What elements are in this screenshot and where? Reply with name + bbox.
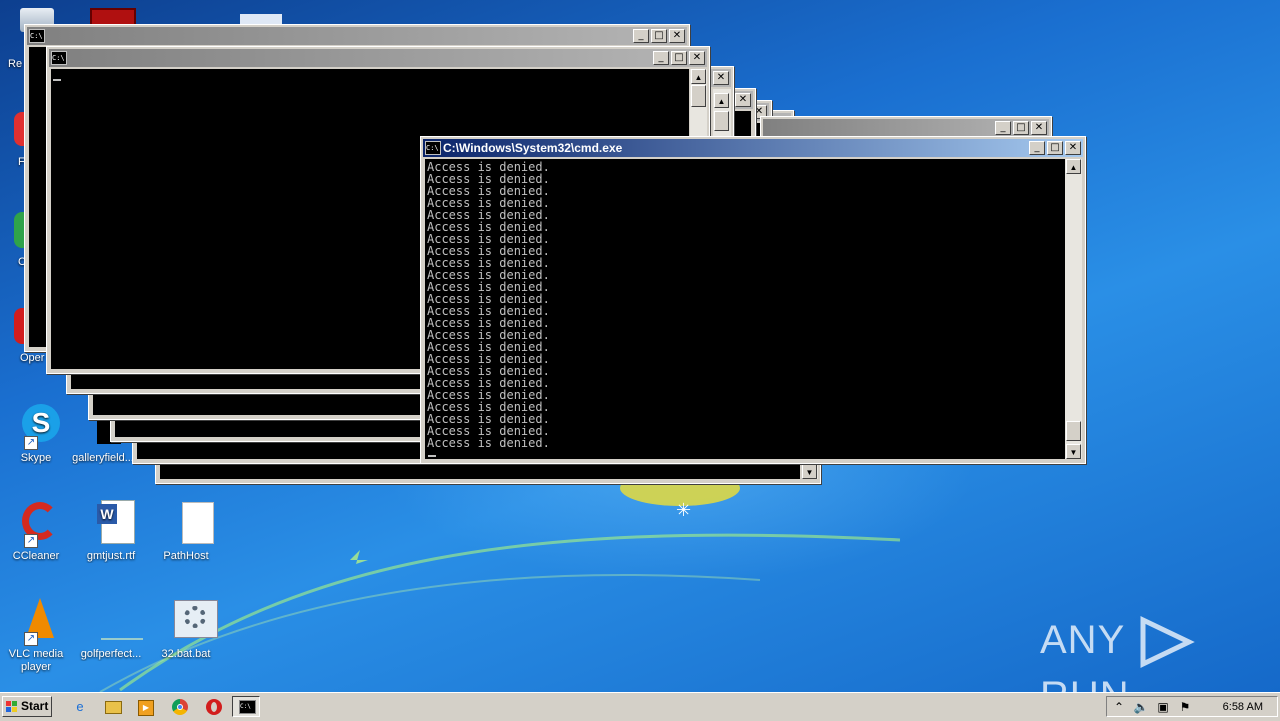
maximize-button[interactable]: □ bbox=[1013, 121, 1029, 135]
icon-label: 32.bat.bat bbox=[161, 648, 211, 660]
minimize-button[interactable]: _ bbox=[653, 51, 669, 65]
icon-label: gmtjust.rtf bbox=[86, 550, 136, 562]
chrome-icon[interactable] bbox=[170, 697, 190, 717]
scroll-up-arrow-icon[interactable]: ▲ bbox=[1066, 159, 1081, 174]
blank-file-icon bbox=[162, 500, 214, 548]
desktop: ✳ Re F C Oper S ↗ Skype galleryfield... … bbox=[0, 0, 1280, 692]
minimize-button[interactable]: _ bbox=[995, 121, 1011, 135]
title-bar[interactable]: C:\ _ □ ✕ bbox=[49, 49, 707, 67]
windows-logo-icon bbox=[6, 701, 18, 713]
vlc-cone-icon: ↗ bbox=[12, 598, 60, 646]
start-button[interactable]: Start bbox=[2, 696, 52, 717]
scroll-thumb[interactable] bbox=[1066, 421, 1081, 441]
scroll-down-arrow-icon[interactable]: ▼ bbox=[1066, 444, 1081, 459]
desktop-icon-32-bat[interactable]: 32.bat.bat bbox=[151, 598, 221, 661]
text-cursor bbox=[428, 455, 436, 457]
console-output[interactable]: Access is denied. Access is denied. Access… bbox=[425, 159, 1065, 459]
console-app-icon: C:\ bbox=[425, 141, 441, 155]
icon-label: galleryfield... bbox=[72, 452, 134, 464]
explorer-icon[interactable] bbox=[103, 697, 123, 717]
play-logo-icon bbox=[1140, 616, 1195, 669]
partial-icon-label[interactable]: Re bbox=[8, 58, 22, 70]
close-button[interactable]: ✕ bbox=[1031, 121, 1047, 135]
scroll-up-arrow-icon[interactable]: ▲ bbox=[714, 93, 729, 108]
scroll-down-arrow-icon[interactable]: ▼ bbox=[802, 464, 817, 479]
taskbar-cmd-button[interactable]: C:\ bbox=[232, 696, 260, 717]
maximize-button[interactable]: □ bbox=[1047, 141, 1063, 155]
ie-icon[interactable]: e bbox=[70, 697, 90, 717]
scroll-thumb[interactable] bbox=[691, 85, 706, 107]
system-tray: ⌃ 🔈 ▣ ⚑ 6:58 AM bbox=[1106, 696, 1278, 717]
shortcut-arrow-icon: ↗ bbox=[24, 436, 38, 450]
maximize-button[interactable]: □ bbox=[651, 29, 667, 43]
vertical-scrollbar[interactable]: ▲ ▼ bbox=[1065, 159, 1082, 459]
network-icon[interactable]: ▣ bbox=[1155, 699, 1171, 715]
icon-label: golfperfect... bbox=[80, 648, 142, 660]
minimize-button[interactable]: _ bbox=[1029, 141, 1045, 155]
watermark-text-right: RUN bbox=[1040, 674, 1130, 692]
scroll-thumb[interactable] bbox=[714, 111, 729, 131]
skype-icon: S ↗ bbox=[12, 402, 60, 450]
title-bar[interactable]: C:\ C:\Windows\System32\cmd.exe _ □ ✕ bbox=[423, 139, 1083, 157]
desktop-icon-skype[interactable]: S ↗ Skype bbox=[1, 402, 71, 465]
clock[interactable]: 6:58 AM bbox=[1223, 699, 1263, 715]
shortcut-arrow-icon: ↗ bbox=[24, 632, 38, 646]
shortcut-arrow-icon: ↗ bbox=[24, 534, 38, 548]
close-button[interactable]: ✕ bbox=[1065, 141, 1081, 155]
cmd-window-active[interactable]: C:\ C:\Windows\System32\cmd.exe _ □ ✕ Acce… bbox=[420, 136, 1086, 464]
desktop-icon-ccleaner[interactable]: ↗ CCleaner bbox=[1, 500, 71, 563]
close-button[interactable]: ✕ bbox=[735, 93, 751, 107]
volume-icon[interactable]: 🔈 bbox=[1133, 699, 1149, 715]
window-controls: _ □ ✕ bbox=[651, 51, 705, 65]
show-hidden-icon[interactable]: ⌃ bbox=[1111, 699, 1127, 715]
file-icon bbox=[87, 598, 143, 646]
title-bar[interactable]: _ □ ✕ bbox=[763, 119, 1049, 137]
maximize-button[interactable]: □ bbox=[671, 51, 687, 65]
window-controls: ✕ bbox=[733, 93, 751, 107]
window-controls: ✕ bbox=[711, 71, 729, 85]
minimize-button[interactable]: _ bbox=[633, 29, 649, 43]
text-cursor bbox=[53, 79, 61, 81]
console-app-icon: C:\ bbox=[29, 29, 45, 43]
opera-icon[interactable] bbox=[204, 697, 224, 717]
media-player-icon[interactable]: ▶ bbox=[136, 697, 156, 717]
word-document-icon: W bbox=[87, 500, 135, 548]
taskbar: Start e ▶ C:\ ⌃ 🔈 ▣ ⚑ 6:58 AM bbox=[0, 692, 1280, 721]
start-label: Start bbox=[21, 699, 49, 713]
watermark-text-left: ANY bbox=[1040, 618, 1125, 662]
console-app-icon: C:\ bbox=[51, 51, 67, 65]
console-line: Access is denied. bbox=[427, 436, 550, 450]
anyrun-watermark: ANY RUN bbox=[1040, 612, 1280, 692]
close-button[interactable]: ✕ bbox=[689, 51, 705, 65]
close-button[interactable]: ✕ bbox=[669, 29, 685, 43]
desktop-icon-vlc[interactable]: ↗ VLC media player bbox=[1, 598, 71, 674]
desktop-icon-pathhost[interactable]: PathHost bbox=[151, 500, 221, 563]
ccleaner-icon: ↗ bbox=[12, 500, 60, 548]
window-controls: _ □ ✕ bbox=[631, 29, 685, 43]
scroll-up-arrow-icon[interactable]: ▲ bbox=[691, 69, 706, 84]
close-button[interactable]: ✕ bbox=[713, 71, 729, 85]
window-title: C:\Windows\System32\cmd.exe bbox=[443, 141, 623, 155]
window-controls: _ □ ✕ bbox=[993, 121, 1047, 135]
icon-label: PathHost bbox=[163, 550, 209, 562]
desktop-icon-golfperfect[interactable]: golfperfect... bbox=[76, 598, 146, 661]
desktop-icon-gmtjust[interactable]: W gmtjust.rtf bbox=[76, 500, 146, 563]
action-center-flag-icon[interactable]: ⚑ bbox=[1177, 699, 1193, 715]
title-bar[interactable]: C:\ _ □ ✕ bbox=[27, 27, 687, 45]
partial-icon-label[interactable]: Oper bbox=[20, 352, 44, 364]
svg-text:✳: ✳ bbox=[676, 500, 691, 521]
icon-label: VLC media player bbox=[8, 648, 64, 673]
window-controls: _ □ ✕ bbox=[1027, 141, 1081, 155]
batch-file-gear-icon bbox=[162, 598, 218, 646]
console-app-icon: C:\ bbox=[239, 700, 256, 714]
icon-label: Skype bbox=[20, 452, 52, 464]
icon-label: CCleaner bbox=[12, 550, 60, 562]
